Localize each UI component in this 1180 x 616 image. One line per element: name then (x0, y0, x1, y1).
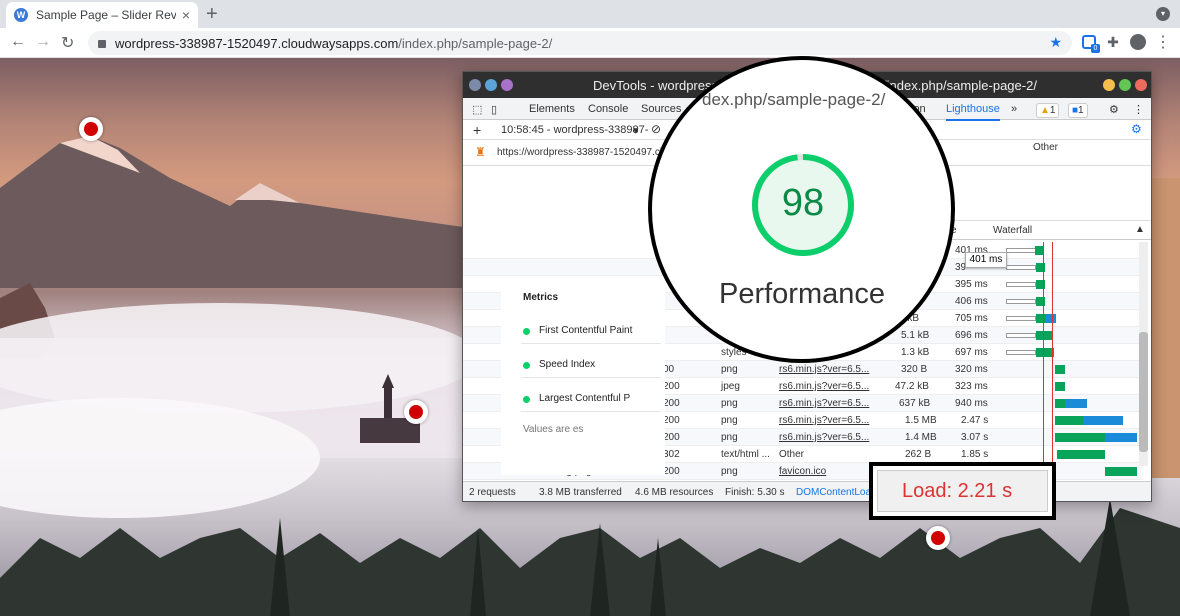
tab-lighthouse[interactable]: Lighthouse (946, 103, 1000, 121)
close-tab-icon[interactable]: × (182, 7, 190, 23)
profile-avatar-icon[interactable] (1129, 33, 1147, 51)
tab-search-icon[interactable]: ▾ (1156, 7, 1170, 21)
kebab-menu-icon[interactable]: ⋮ (1154, 33, 1172, 51)
network-header: e Waterfall ▲ (943, 220, 1151, 240)
lighthouse-metrics-panel: Metrics First Contentful Paint Speed Ind… (501, 280, 665, 475)
load-event-line (1052, 242, 1053, 480)
timing-tooltip: 401 ms (965, 252, 1007, 268)
pass-indicator (523, 362, 530, 369)
devtools-title-tail: /index.php/sample-page-2/ (883, 78, 1037, 93)
forward-icon[interactable]: → (35, 33, 51, 51)
metric-row: First Contentful Paint (521, 314, 661, 344)
domcontentloaded-time: DOMContentLoa (796, 487, 872, 498)
lighthouse-extension-icon[interactable] (1080, 33, 1100, 53)
window-shade-icon[interactable] (501, 79, 513, 91)
settings-gear-icon[interactable]: ⚙ (1109, 103, 1119, 116)
tab-console[interactable]: Console (588, 103, 628, 115)
warning-icon: ▲ (1040, 105, 1050, 116)
address-bar[interactable]: wordpress-338987-1520497.cloudwaysapps.c… (88, 31, 1072, 55)
finish-time: Finish: 5.30 s (725, 487, 785, 498)
hotspot-marker[interactable] (926, 526, 950, 550)
requests-count: 2 requests (469, 487, 516, 498)
scroll-thumb[interactable] (1139, 332, 1148, 452)
window-pin-icon[interactable] (485, 79, 497, 91)
dom-content-loaded-line (1043, 242, 1044, 480)
tab-strip: W Sample Page – Slider Revolu × + ▾ (0, 0, 1180, 28)
close-button[interactable] (1135, 79, 1147, 91)
waterfall-column-header[interactable]: Waterfall (993, 225, 1032, 236)
lighthouse-logo-icon: ♜ (475, 145, 486, 159)
devtools-menu-icon[interactable]: ⋮ (1133, 103, 1144, 116)
tab-elements[interactable]: Elements (529, 103, 575, 115)
add-report-icon[interactable]: + (473, 122, 481, 138)
reload-icon[interactable]: ↻ (61, 33, 74, 53)
performance-label: Performance (718, 278, 885, 310)
pass-indicator (523, 396, 530, 403)
browser-tab[interactable]: W Sample Page – Slider Revolu × (6, 2, 198, 28)
values-estimated-note: Values are es (523, 424, 584, 435)
bookmark-star-icon[interactable]: ★ (1049, 34, 1062, 51)
report-url: https://wordpress-338987-1520497.clo (497, 147, 668, 158)
browser-toolbar: ← → ↻ wordpress-338987-1520497.cloudways… (0, 28, 1180, 58)
report-selector[interactable]: 10:58:45 - wordpress-338987- (501, 124, 648, 136)
transferred-size: 3.8 MB transferred (539, 487, 622, 498)
metric-row: Speed Index (521, 348, 661, 378)
tab-sources[interactable]: Sources (641, 103, 681, 115)
other-label: Other (1033, 142, 1059, 153)
warnings-badge[interactable]: ▲1 (1036, 103, 1060, 118)
lighthouse-settings-icon[interactable]: ⚙ (1131, 122, 1142, 136)
performance-score-callout: dex.php/sample-page-2/ 98 Performance (648, 56, 955, 363)
more-tabs-icon[interactable]: » (1011, 103, 1017, 115)
pass-indicator (523, 328, 530, 335)
minimize-button[interactable] (1103, 79, 1115, 91)
sort-arrow-icon[interactable]: ▲ (1135, 224, 1145, 235)
tab-title: Sample Page – Slider Revolu (36, 8, 176, 22)
performance-score: 98 (781, 182, 825, 224)
load-time-callout: Load: 2.21 s (869, 462, 1056, 520)
new-tab-button[interactable]: + (206, 3, 218, 26)
url-path: /index.php/sample-page-2/ (398, 35, 553, 51)
back-icon[interactable]: ← (10, 33, 26, 51)
resources-size: 4.6 MB resources (635, 487, 714, 498)
dropdown-icon[interactable]: ▾ (633, 124, 639, 137)
wordpress-icon: W (14, 8, 28, 22)
messages-badge[interactable]: ■1 (1068, 103, 1088, 118)
magnified-url: dex.php/sample-page-2/ (702, 90, 886, 109)
hotspot-marker[interactable] (404, 400, 428, 424)
maximize-button[interactable] (1119, 79, 1131, 91)
lock-icon (98, 40, 106, 48)
vertical-scrollbar[interactable] (1139, 242, 1148, 466)
window-menu-icon[interactable] (469, 79, 481, 91)
clear-icon[interactable]: ⊘ (651, 122, 661, 136)
metrics-heading: Metrics (523, 292, 559, 303)
inspect-icon[interactable]: ⬚ (472, 103, 482, 116)
extensions-puzzle-icon[interactable]: ✚ (1104, 33, 1122, 51)
load-time: Load: 2.21 s (877, 470, 1048, 512)
device-toggle-icon[interactable]: ▯ (491, 103, 497, 116)
hotspot-marker[interactable] (79, 117, 103, 141)
url-domain: wordpress-338987-1520497.cloudwaysapps.c… (115, 35, 399, 51)
metric-row: Largest Contentful P (521, 382, 661, 412)
